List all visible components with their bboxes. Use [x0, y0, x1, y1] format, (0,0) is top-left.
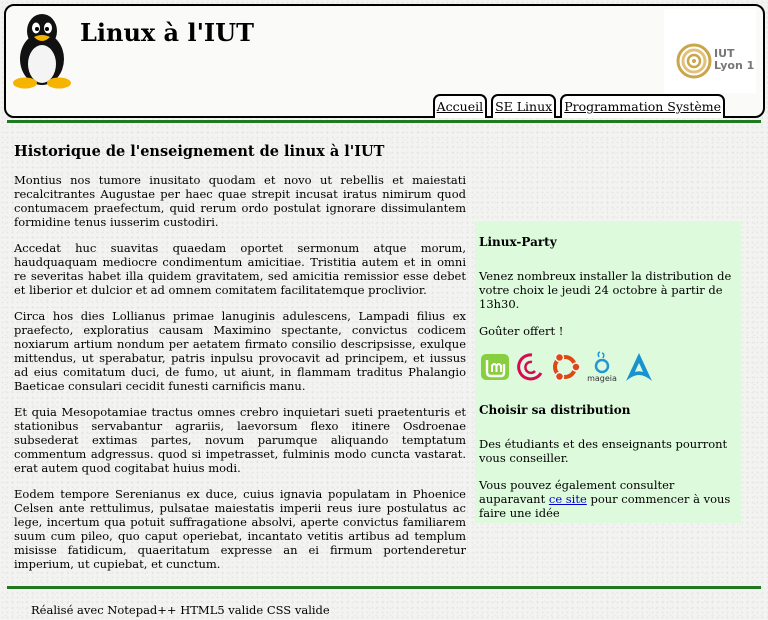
green-divider-top: [7, 120, 761, 123]
linux-party-text: Venez nombreux installer la distribution…: [479, 269, 732, 311]
main-nav: Accueil SE Linux Programmation Système: [432, 94, 725, 118]
tab-accueil[interactable]: Accueil: [432, 94, 488, 118]
paragraph-2: Accedat huc suavitas quaedam oportet ser…: [14, 241, 466, 297]
tab-se-linux[interactable]: SE Linux: [491, 94, 557, 118]
paragraph-4: Et quia Mesopotamiae tractus omnes crebr…: [14, 405, 466, 475]
ubuntu-icon: [553, 352, 581, 382]
iut-logo-text-2: Lyon 1: [714, 59, 754, 72]
sidebar-box: Linux-Party Venez nombreux installer la …: [475, 221, 741, 523]
mageia-icon: mageia: [587, 351, 617, 383]
paragraph-1: Montius nos tumore inusitato quodam et n…: [14, 173, 466, 229]
debian-icon: [517, 353, 543, 381]
mageia-label: mageia: [587, 374, 617, 383]
main-content: Historique de l'enseignement de linux à …: [14, 143, 466, 583]
page-heading: Historique de l'enseignement de linux à …: [14, 143, 385, 160]
arch-linux-icon: [626, 353, 652, 381]
snack-text: Goûter offert !: [479, 324, 564, 338]
choose-distro-heading: Choisir sa distribution: [479, 403, 631, 417]
tab-programmation-systeme[interactable]: Programmation Système: [560, 94, 725, 118]
site-header: Linux à l'IUT IUT Lyon 1 Accueil SE Linu…: [4, 4, 765, 118]
choose-distro-text: Des étudiants et des enseignants pourron…: [479, 437, 728, 465]
paragraph-3: Circa hos dies Lollianus primae lanugini…: [14, 309, 466, 393]
consult-text: Vous pouvez également consulter auparava…: [479, 478, 737, 520]
footer-text: Réalisé avec Notepad++ HTML5 valide CSS …: [31, 603, 330, 617]
linux-mint-icon: [481, 354, 509, 380]
site-title: Linux à l'IUT: [80, 18, 254, 47]
iut-lyon1-logo: IUT Lyon 1: [664, 9, 756, 93]
green-divider-bottom: [7, 586, 761, 589]
tux-penguin-logo: [13, 14, 71, 89]
ce-site-link[interactable]: ce site: [549, 492, 587, 506]
linux-party-heading: Linux-Party: [479, 235, 557, 249]
distro-icons: mageia: [479, 351, 737, 383]
paragraph-5: Eodem tempore Serenianus ex duce, cuius …: [14, 487, 466, 571]
